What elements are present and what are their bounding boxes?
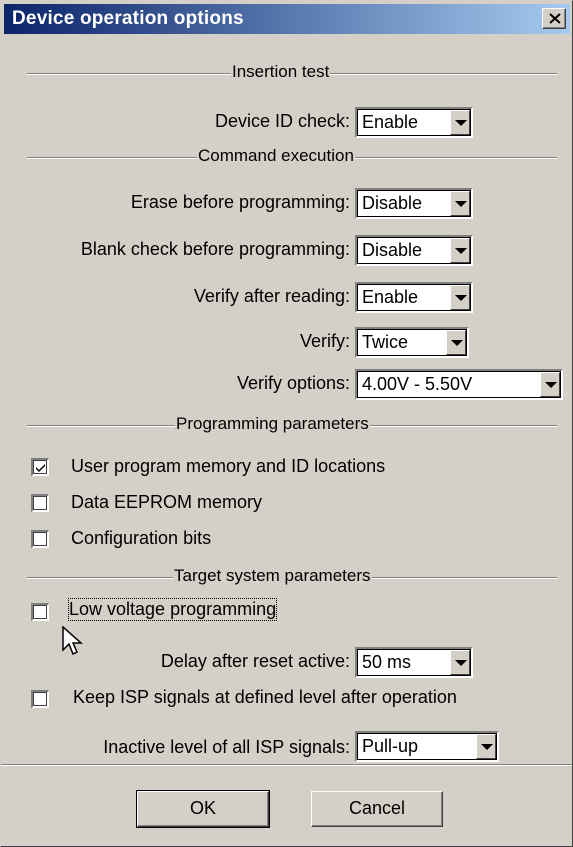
chevron-down-icon <box>451 340 463 346</box>
close-icon <box>549 13 561 24</box>
select-value: 50 ms <box>362 652 412 672</box>
section-title: Target system parameters <box>173 566 372 586</box>
config-bits-checkbox[interactable] <box>31 530 49 548</box>
section-title: Command execution <box>197 146 355 166</box>
user-program-label[interactable]: User program memory and ID locations <box>71 456 385 477</box>
blank-check-select[interactable]: Disable <box>355 235 473 266</box>
select-value: Enable <box>362 112 419 132</box>
keep-isp-checkbox[interactable] <box>31 690 49 708</box>
verify-label: Verify: <box>299 331 350 351</box>
window-title: Device operation options <box>12 8 244 29</box>
device-id-check-select[interactable]: Enable <box>355 107 473 138</box>
chevron-down-icon <box>455 295 467 301</box>
checkmark-icon <box>36 464 45 472</box>
section-command-execution: Command execution <box>27 146 557 166</box>
cancel-button[interactable]: Cancel <box>311 791 443 827</box>
blank-check-label: Blank check before programming: <box>80 239 350 259</box>
erase-before-select[interactable]: Disable <box>355 188 473 219</box>
dropdown-button[interactable] <box>450 238 470 263</box>
dropdown-button[interactable] <box>476 734 496 759</box>
dropdown-button[interactable] <box>450 110 470 135</box>
delay-reset-label: Delay after reset active: <box>160 651 350 671</box>
button-divider <box>1 764 572 766</box>
mouse-pointer-icon <box>62 626 83 656</box>
low-voltage-checkbox[interactable] <box>31 603 49 621</box>
dialog-window: Device operation options Insertion test … <box>0 0 573 847</box>
verify-after-reading-select[interactable]: Enable <box>355 282 473 313</box>
data-eeprom-label[interactable]: Data EEPROM memory <box>71 492 262 513</box>
device-id-check-label: Device ID check: <box>214 111 350 131</box>
low-voltage-label[interactable]: Low voltage programming <box>67 598 278 621</box>
delay-reset-select[interactable]: 50 ms <box>355 647 473 678</box>
select-value: 4.00V - 5.50V <box>362 374 473 394</box>
user-program-checkbox[interactable] <box>31 458 49 476</box>
select-value: Enable <box>362 287 419 307</box>
dropdown-button[interactable] <box>446 330 466 355</box>
chevron-down-icon <box>455 660 467 666</box>
verify-options-select[interactable]: 4.00V - 5.50V <box>355 369 563 400</box>
chevron-down-icon <box>455 248 467 254</box>
chevron-down-icon <box>481 744 493 750</box>
title-bar[interactable]: Device operation options <box>4 4 570 34</box>
inactive-level-select[interactable]: Pull-up <box>355 731 499 762</box>
dropdown-button[interactable] <box>450 191 470 216</box>
section-target-system-parameters: Target system parameters <box>27 566 557 586</box>
select-value: Disable <box>362 240 423 260</box>
chevron-down-icon <box>455 120 467 126</box>
verify-after-reading-label: Verify after reading: <box>193 286 350 306</box>
select-value: Disable <box>362 193 423 213</box>
section-title: Programming parameters <box>175 414 370 434</box>
select-value: Pull-up <box>362 736 419 756</box>
section-insertion-test: Insertion test <box>27 62 557 82</box>
dropdown-button[interactable] <box>540 372 560 397</box>
dropdown-button[interactable] <box>450 285 470 310</box>
close-button[interactable] <box>542 8 566 29</box>
keep-isp-label[interactable]: Keep ISP signals at defined level after … <box>73 687 457 708</box>
verify-select[interactable]: Twice <box>355 327 469 358</box>
config-bits-label[interactable]: Configuration bits <box>71 528 211 549</box>
section-programming-parameters: Programming parameters <box>27 414 557 434</box>
erase-before-label: Erase before programming: <box>130 192 350 212</box>
data-eeprom-checkbox[interactable] <box>31 494 49 512</box>
verify-options-label: Verify options: <box>236 373 350 393</box>
dropdown-button[interactable] <box>450 650 470 675</box>
select-value: Twice <box>362 332 409 352</box>
chevron-down-icon <box>455 201 467 207</box>
section-title: Insertion test <box>231 62 331 82</box>
inactive-level-label: Inactive level of all ISP signals: <box>103 737 350 757</box>
chevron-down-icon <box>545 382 557 388</box>
ok-button[interactable]: OK <box>136 790 270 828</box>
